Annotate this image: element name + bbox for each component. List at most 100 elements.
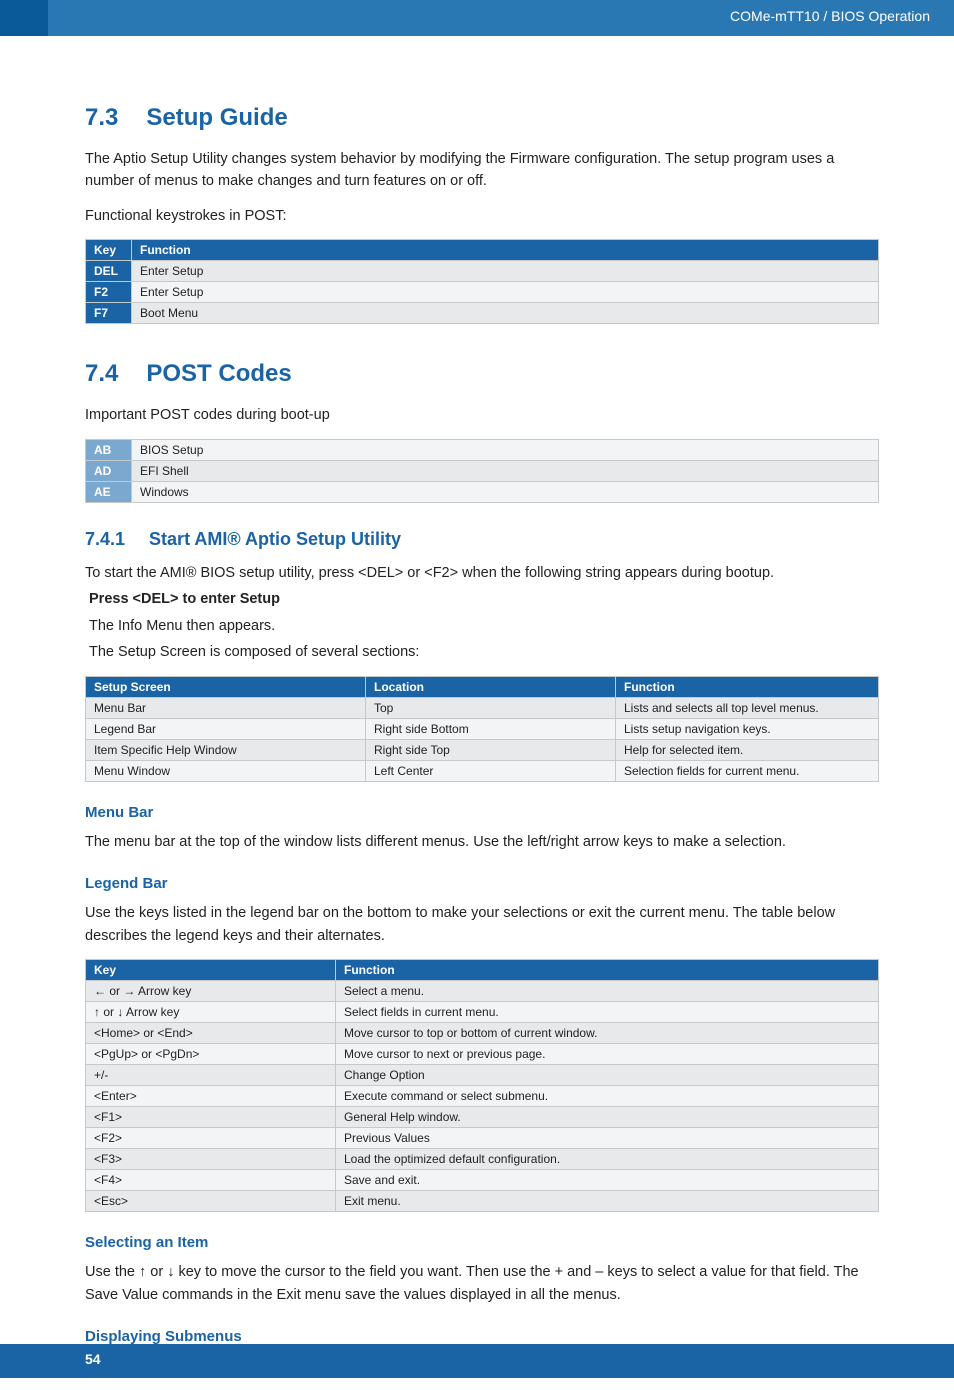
paragraph: Functional keystrokes in POST: xyxy=(85,205,879,227)
table-row: <F2>Previous Values xyxy=(86,1128,879,1149)
paragraph: The Aptio Setup Utility changes system b… xyxy=(85,148,879,193)
table-row: AE Windows xyxy=(86,481,879,502)
table-row: ← or → Arrow keySelect a menu. xyxy=(86,981,879,1002)
cell: General Help window. xyxy=(336,1107,879,1128)
cell-code: AD xyxy=(86,460,132,481)
cell: ← or → Arrow key xyxy=(86,981,336,1002)
cell: Menu Bar xyxy=(86,697,366,718)
paragraph-bold: Press <DEL> to enter Setup xyxy=(85,588,879,610)
table-row: DEL Enter Setup xyxy=(86,261,879,282)
cell-key: F2 xyxy=(86,282,132,303)
heading-title: POST Codes xyxy=(146,360,291,388)
table-row: AD EFI Shell xyxy=(86,460,879,481)
table-row: Menu Window Left Center Selection fields… xyxy=(86,760,879,781)
cell: <Home> or <End> xyxy=(86,1023,336,1044)
table-row: +/-Change Option xyxy=(86,1065,879,1086)
cell: Exit menu. xyxy=(336,1191,879,1212)
heading-number: 7.4 xyxy=(85,360,118,388)
cell-desc: EFI Shell xyxy=(132,460,879,481)
cell: <F3> xyxy=(86,1149,336,1170)
cell: Save and exit. xyxy=(336,1170,879,1191)
th: Key xyxy=(86,960,336,981)
paragraph: Important POST codes during boot-up xyxy=(85,404,879,426)
table-row: <PgUp> or <PgDn>Move cursor to next or p… xyxy=(86,1044,879,1065)
heading-title: Start AMI® Aptio Setup Utility xyxy=(149,529,401,550)
cell: <F2> xyxy=(86,1128,336,1149)
cell: Right side Top xyxy=(366,739,616,760)
cell-function: Boot Menu xyxy=(132,303,879,324)
paragraph: The menu bar at the top of the window li… xyxy=(85,831,879,853)
table-row: <Enter>Execute command or select submenu… xyxy=(86,1086,879,1107)
table-row: F2 Enter Setup xyxy=(86,282,879,303)
paragraph: Use the keys listed in the legend bar on… xyxy=(85,902,879,947)
subheading-displaying-submenus: Displaying Submenus xyxy=(85,1328,879,1345)
cell: ↑ or ↓ Arrow key xyxy=(86,1002,336,1023)
cell: Previous Values xyxy=(336,1128,879,1149)
th: Function xyxy=(336,960,879,981)
section-7-4-heading: 7.4 POST Codes xyxy=(85,360,879,388)
cell: Select a menu. xyxy=(336,981,879,1002)
subheading-legend-bar: Legend Bar xyxy=(85,875,879,892)
th: Function xyxy=(616,676,879,697)
section-7-4-1-heading: 7.4.1 Start AMI® Aptio Setup Utility xyxy=(85,529,879,550)
cell-desc: Windows xyxy=(132,481,879,502)
table-header-row: Setup Screen Location Function xyxy=(86,676,879,697)
paragraph: The Info Menu then appears. xyxy=(85,615,879,637)
cell: +/- xyxy=(86,1065,336,1086)
cell: Move cursor to top or bottom of current … xyxy=(336,1023,879,1044)
table-row: AB BIOS Setup xyxy=(86,439,879,460)
heading-title: Setup Guide xyxy=(146,104,287,132)
table-row: Legend Bar Right side Bottom Lists setup… xyxy=(86,718,879,739)
cell: <Esc> xyxy=(86,1191,336,1212)
cell: Load the optimized default configuration… xyxy=(336,1149,879,1170)
cell: <F4> xyxy=(86,1170,336,1191)
header-tab xyxy=(0,0,48,36)
cell: Move cursor to next or previous page. xyxy=(336,1044,879,1065)
th-key: Key xyxy=(86,240,132,261)
table-row: <Esc>Exit menu. xyxy=(86,1191,879,1212)
page-number: 54 xyxy=(85,1351,101,1367)
cell: Execute command or select submenu. xyxy=(336,1086,879,1107)
setup-screen-table: Setup Screen Location Function Menu Bar … xyxy=(85,676,879,782)
table-row: Item Specific Help Window Right side Top… xyxy=(86,739,879,760)
page: COMe-mTT10 / BIOS Operation 7.3 Setup Gu… xyxy=(0,0,954,1378)
cell-code: AB xyxy=(86,439,132,460)
heading-number: 7.4.1 xyxy=(85,529,125,550)
content: 7.3 Setup Guide The Aptio Setup Utility … xyxy=(0,36,954,1378)
post-keystrokes-table: Key Function DEL Enter Setup F2 Enter Se… xyxy=(85,239,879,324)
cell: <F1> xyxy=(86,1107,336,1128)
cell-desc: BIOS Setup xyxy=(132,439,879,460)
legend-keys-table: Key Function ← or → Arrow keySelect a me… xyxy=(85,959,879,1212)
paragraph: Use the ↑ or ↓ key to move the cursor to… xyxy=(85,1261,879,1306)
table-row: <F1>General Help window. xyxy=(86,1107,879,1128)
post-codes-table: AB BIOS Setup AD EFI Shell AE Windows xyxy=(85,439,879,503)
cell: Top xyxy=(366,697,616,718)
table-row: F7 Boot Menu xyxy=(86,303,879,324)
table-header-row: Key Function xyxy=(86,240,879,261)
cell: Help for selected item. xyxy=(616,739,879,760)
subheading-menu-bar: Menu Bar xyxy=(85,804,879,821)
table-row: <F3>Load the optimized default configura… xyxy=(86,1149,879,1170)
cell-function: Enter Setup xyxy=(132,261,879,282)
table-row: <F4>Save and exit. xyxy=(86,1170,879,1191)
section-7-3-heading: 7.3 Setup Guide xyxy=(85,104,879,132)
cell: Lists and selects all top level menus. xyxy=(616,697,879,718)
cell: Change Option xyxy=(336,1065,879,1086)
th: Location xyxy=(366,676,616,697)
cell-key: DEL xyxy=(86,261,132,282)
cell: Select fields in current menu. xyxy=(336,1002,879,1023)
header-bar: COMe-mTT10 / BIOS Operation xyxy=(0,0,954,36)
table-row: Menu Bar Top Lists and selects all top l… xyxy=(86,697,879,718)
cell: <Enter> xyxy=(86,1086,336,1107)
cell: Left Center xyxy=(366,760,616,781)
cell-code: AE xyxy=(86,481,132,502)
cell: Legend Bar xyxy=(86,718,366,739)
cell: Item Specific Help Window xyxy=(86,739,366,760)
th: Setup Screen xyxy=(86,676,366,697)
cell-key: F7 xyxy=(86,303,132,324)
subheading-selecting-item: Selecting an Item xyxy=(85,1234,879,1251)
cell-function: Enter Setup xyxy=(132,282,879,303)
cell: Selection fields for current menu. xyxy=(616,760,879,781)
cell: Right side Bottom xyxy=(366,718,616,739)
table-row: ↑ or ↓ Arrow keySelect fields in current… xyxy=(86,1002,879,1023)
